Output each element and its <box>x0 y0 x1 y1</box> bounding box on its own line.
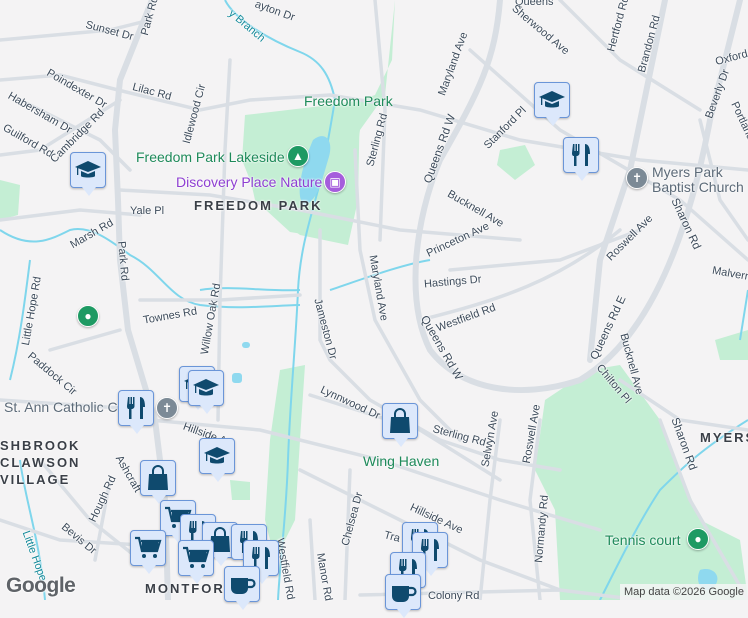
cafe-marker[interactable] <box>224 566 260 610</box>
neighborhood-label: MYERS <box>700 430 748 445</box>
place-label-st-ann-catholic[interactable]: St. Ann Catholic C <box>4 400 118 415</box>
graduation-cap-icon <box>538 86 566 114</box>
shopping-marker[interactable] <box>382 403 418 447</box>
school-marker[interactable] <box>188 370 224 414</box>
church-icon[interactable]: ✝ <box>626 167 648 189</box>
shopping-marker[interactable] <box>140 460 176 504</box>
grocery-marker[interactable] <box>178 540 214 584</box>
place-label-line: Myers Park <box>652 164 723 180</box>
graduation-cap-icon <box>74 156 102 184</box>
fork-knife-icon <box>567 141 595 169</box>
graduation-cap-icon <box>203 442 231 470</box>
shopping-bag-icon <box>386 407 414 435</box>
place-label-tennis-court[interactable]: Tennis court <box>605 532 680 548</box>
map-attribution[interactable]: Map data ©2026 Google <box>619 584 748 600</box>
shopping-cart-icon <box>134 534 162 562</box>
cafe-marker[interactable] <box>385 574 421 618</box>
grocery-marker[interactable] <box>130 530 166 574</box>
place-label-freedom-park[interactable]: Freedom Park <box>304 93 393 109</box>
fork-knife-icon <box>122 394 150 422</box>
coffee-cup-icon <box>389 578 417 606</box>
museum-icon[interactable]: ▣ <box>324 171 346 193</box>
place-label-freedom-park-lakeside[interactable]: Freedom Park Lakeside <box>136 149 285 165</box>
neighborhood-label: VILLAGE <box>0 472 71 487</box>
street-label: Yale Pl <box>130 205 165 217</box>
restaurant-marker[interactable] <box>118 390 154 434</box>
school-marker[interactable] <box>534 82 570 126</box>
street-label: Colony Rd <box>428 590 480 602</box>
tree-icon[interactable]: ▲ <box>287 145 309 167</box>
shopping-bag-icon <box>144 464 172 492</box>
neighborhood-label: FREEDOM PARK <box>194 198 323 213</box>
place-label-discovery-place-nature[interactable]: Discovery Place Nature <box>176 174 322 190</box>
place-label-wing-haven[interactable]: Wing Haven <box>363 453 439 469</box>
place-label-line: Baptist Church <box>652 179 744 195</box>
park-pin-icon[interactable]: ● <box>687 528 709 550</box>
school-marker[interactable] <box>199 438 235 482</box>
neighborhood-label: CLAWSON <box>0 455 81 470</box>
neighborhood-label: SHBROOK <box>0 438 81 453</box>
shopping-cart-icon <box>182 544 210 572</box>
graduation-cap-icon <box>192 374 220 402</box>
google-logo[interactable]: Google <box>6 574 76 598</box>
church-icon[interactable]: ✝ <box>156 397 178 419</box>
coffee-cup-icon <box>228 570 256 598</box>
school-marker[interactable] <box>70 152 106 196</box>
park-pin-icon[interactable]: ● <box>77 305 99 327</box>
place-label-myers-park-baptist-church[interactable]: Myers Park Baptist Church <box>652 165 744 195</box>
restaurant-marker[interactable] <box>563 137 599 181</box>
